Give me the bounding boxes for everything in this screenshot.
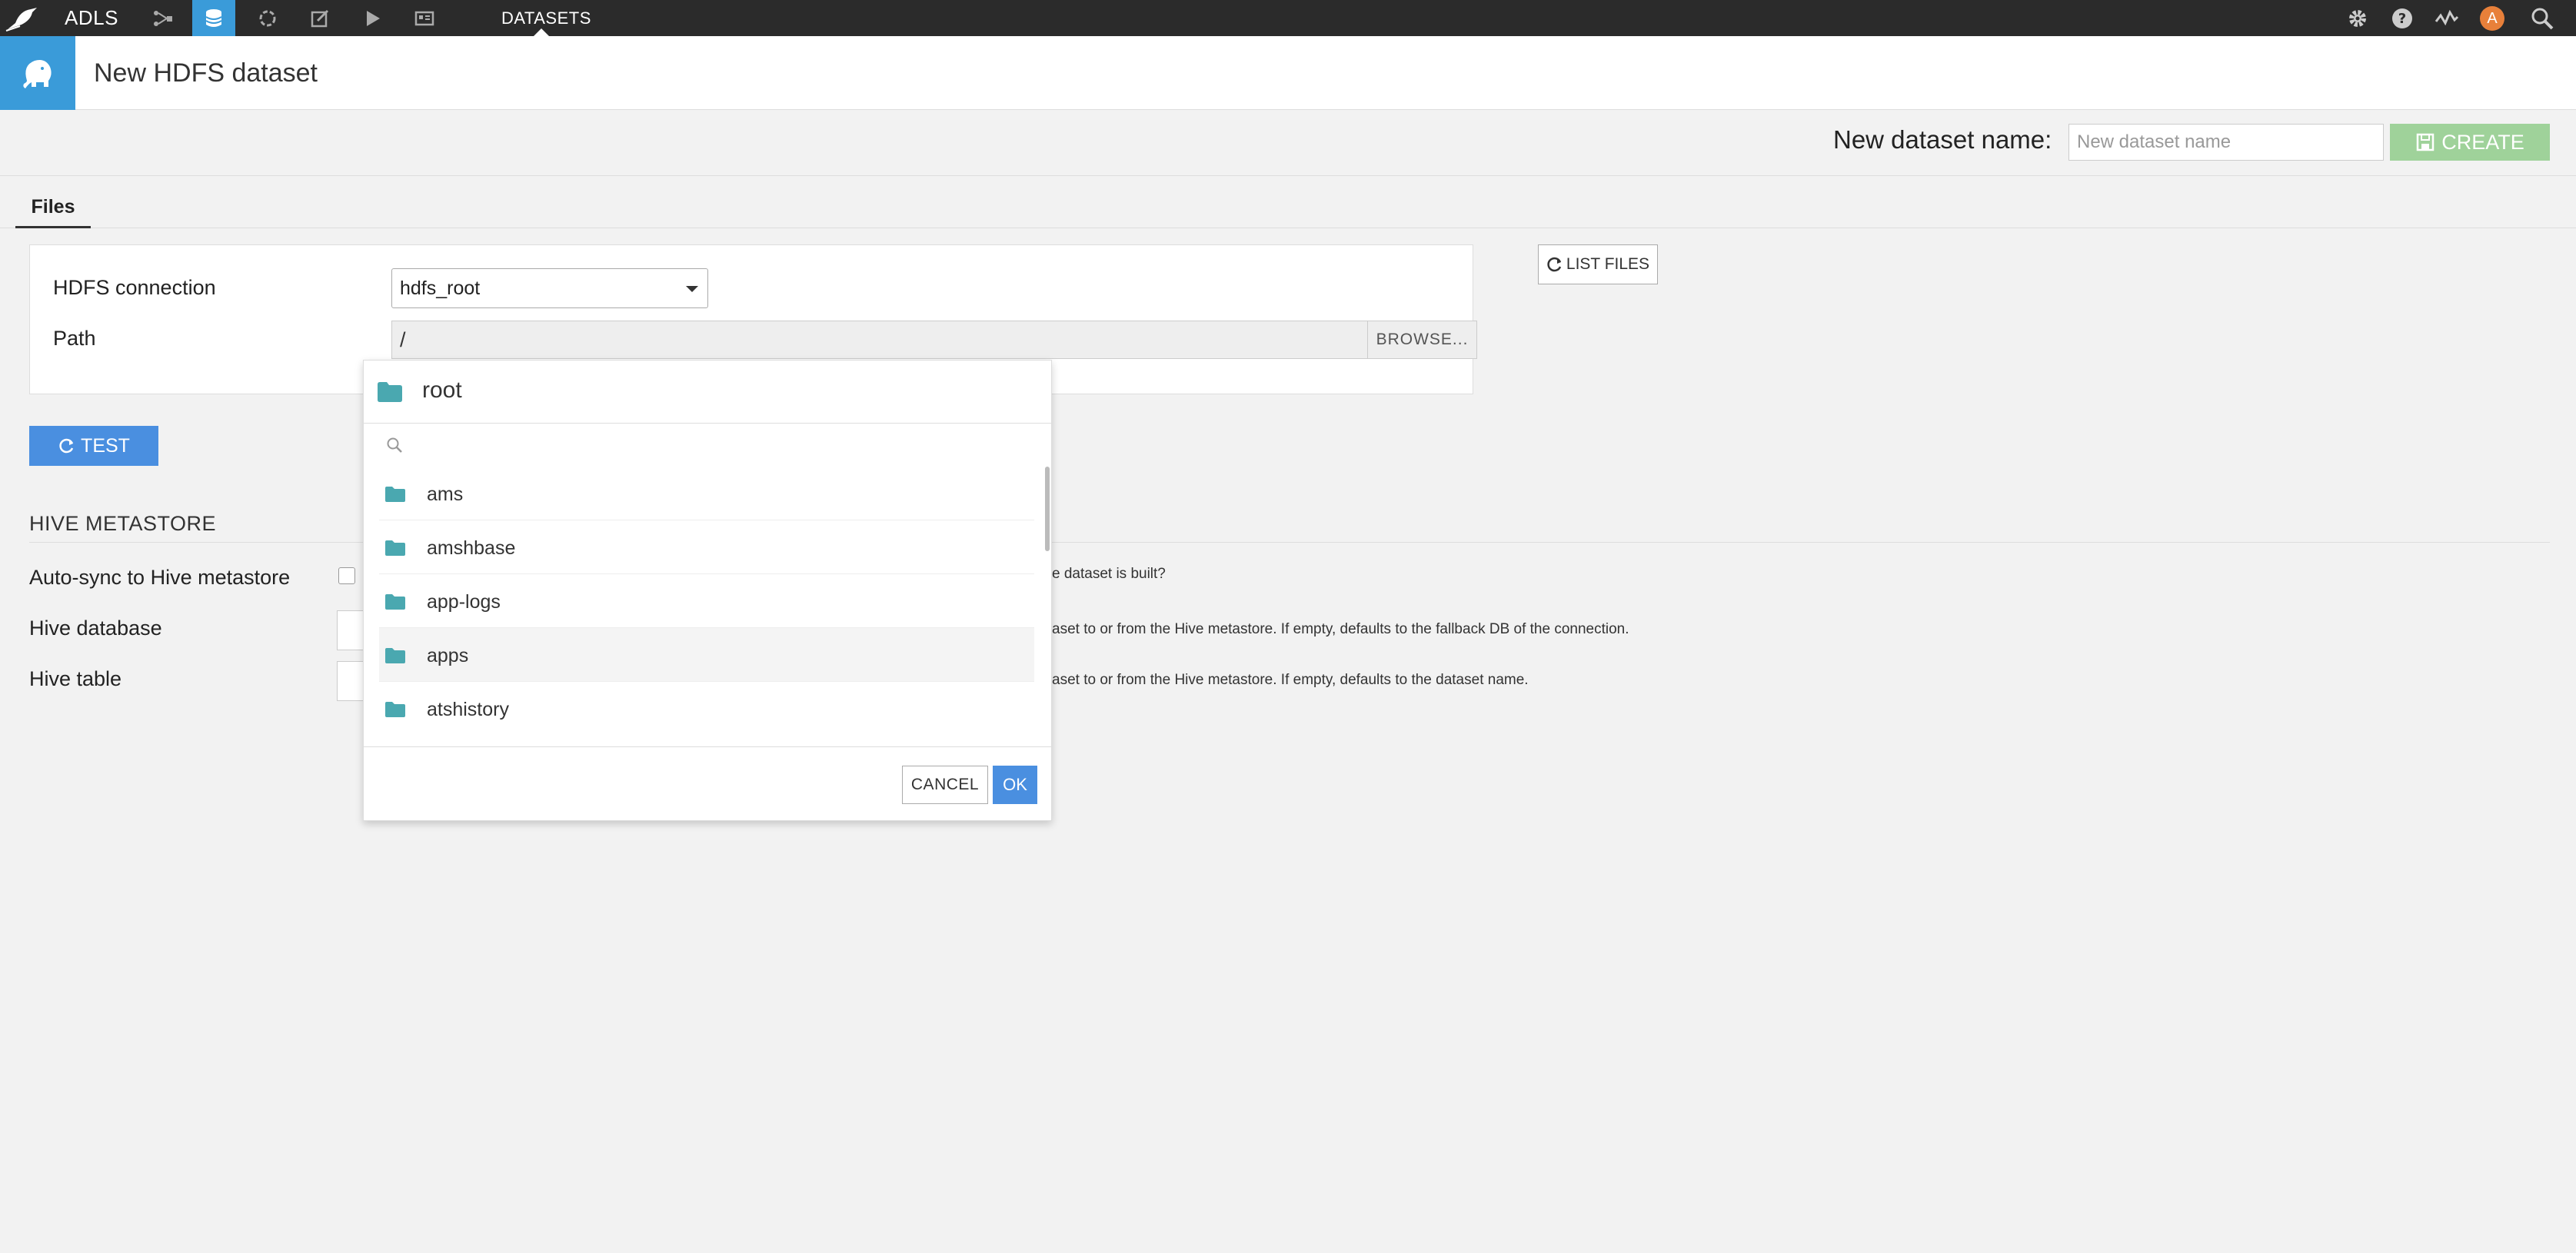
tab-bar: Files (0, 176, 2576, 228)
hdfs-connection-select[interactable]: hdfs_root (391, 268, 708, 308)
folder-list-scrollbar[interactable] (1045, 467, 1050, 551)
test-button-label: TEST (81, 434, 130, 457)
current-folder: root (422, 377, 462, 403)
list-item[interactable]: atshistory (379, 682, 1034, 736)
browse-button[interactable]: BROWSE... (1368, 321, 1477, 359)
folder-name: amshbase (427, 537, 516, 559)
hive-database-label: Hive database (29, 617, 162, 640)
path-input[interactable]: / (391, 321, 1368, 359)
ok-button[interactable]: OK (993, 766, 1037, 804)
test-button[interactable]: TEST (29, 426, 158, 466)
top-navbar: ADLS DATASETS ? A (0, 0, 2576, 36)
page-header: New HDFS dataset (0, 36, 2576, 110)
question-icon[interactable]: ? (2384, 0, 2421, 36)
flow-icon[interactable] (141, 0, 185, 36)
dataset-name-bar: New dataset name: CREATE (0, 110, 2576, 176)
search-icon[interactable] (2524, 0, 2561, 36)
autosync-label: Auto-sync to Hive metastore (29, 566, 291, 589)
folder-icon (385, 702, 405, 717)
breadcrumb[interactable]: root (364, 361, 1051, 424)
recipe-circle-icon[interactable] (246, 0, 289, 36)
tab-files[interactable]: Files (15, 176, 91, 228)
dataset-name-label: New dataset name: (1833, 125, 2052, 154)
page-title: New HDFS dataset (94, 58, 318, 88)
list-item[interactable]: amshbase (379, 520, 1034, 574)
search-icon (387, 437, 402, 453)
browser-footer: CANCEL OK (364, 746, 1051, 820)
folder-name: apps (427, 645, 469, 666)
list-item[interactable]: ams (379, 467, 1034, 520)
hive-table-help: aset to or from the Hive metastore. If e… (1052, 672, 1529, 688)
dataset-name-input[interactable] (2068, 124, 2384, 161)
hive-section-title: HIVE METASTORE (29, 512, 217, 535)
refresh-icon (1547, 257, 1562, 272)
folder-search[interactable] (364, 424, 1051, 467)
folder-icon (385, 487, 405, 502)
project-name[interactable]: ADLS (65, 0, 118, 36)
gear-icon[interactable] (2339, 0, 2376, 36)
notebook-edit-icon[interactable] (298, 0, 341, 36)
hdfs-connection-value: hdfs_root (400, 278, 481, 299)
folder-list: ams amshbase app-logs apps atshistory (364, 467, 1051, 737)
create-button[interactable]: CREATE (2390, 124, 2550, 161)
database-icon[interactable] (192, 0, 235, 36)
hdfs-connection-label: HDFS connection (53, 276, 216, 299)
folder-icon (378, 382, 402, 402)
folder-browser-popup: root ams amshbase app-logs apps atshisto… (363, 360, 1052, 821)
folder-icon (385, 540, 405, 556)
folder-name: ams (427, 484, 464, 505)
folder-icon (385, 648, 405, 663)
hive-database-help: aset to or from the Hive metastore. If e… (1052, 621, 1629, 637)
create-button-label: CREATE (2441, 130, 2524, 154)
avatar[interactable]: A (2480, 6, 2504, 31)
dashboard-icon[interactable] (403, 0, 446, 36)
list-files-label: LIST FILES (1566, 255, 1650, 273)
folder-icon (385, 594, 405, 610)
folder-name: app-logs (427, 591, 501, 613)
folder-name: atshistory (427, 699, 509, 720)
section-indicator (534, 28, 549, 36)
activity-icon[interactable] (2428, 0, 2465, 36)
save-icon (2416, 133, 2435, 151)
list-files-button[interactable]: LIST FILES (1538, 244, 1658, 284)
chevron-down-icon (686, 286, 698, 292)
hive-table-label: Hive table (29, 667, 122, 690)
elephant-icon (0, 36, 75, 110)
cancel-button[interactable]: CANCEL (902, 766, 988, 804)
bird-logo-icon[interactable] (5, 5, 40, 32)
refresh-icon (59, 438, 74, 454)
autosync-help: e dataset is built? (1052, 566, 1166, 582)
autosync-checkbox[interactable] (338, 567, 355, 584)
list-item[interactable]: apps (379, 628, 1034, 682)
path-label: Path (53, 327, 96, 350)
play-icon[interactable] (351, 0, 394, 36)
list-item[interactable]: app-logs (379, 574, 1034, 628)
svg-text:?: ? (2398, 11, 2406, 27)
